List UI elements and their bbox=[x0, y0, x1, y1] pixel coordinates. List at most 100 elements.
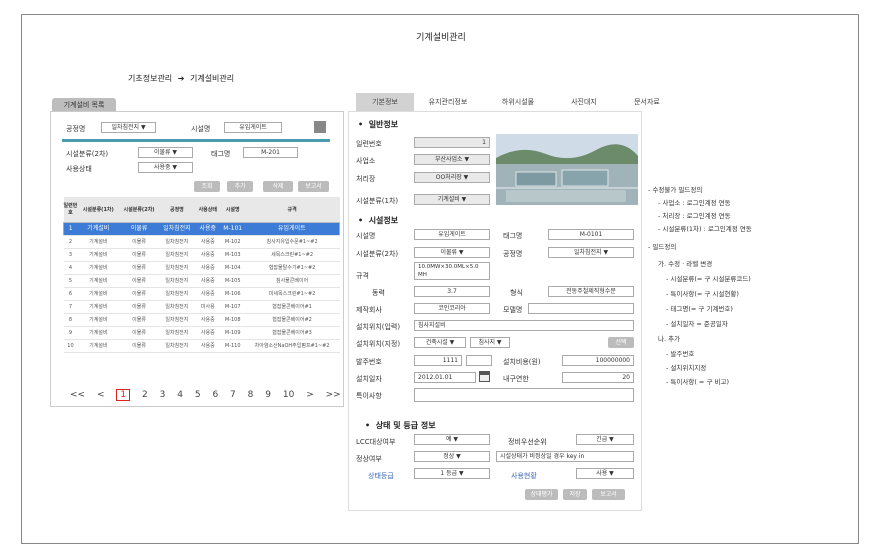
table-row[interactable]: 2 기계설비 이물류 일차침전지 사용중 M-102 침사지유입수문#1~#2 bbox=[63, 235, 340, 249]
table-cell: M-101 bbox=[220, 222, 245, 236]
loc-input-field[interactable]: 침사지설비 bbox=[414, 320, 634, 331]
note-line: - 설치일자 = 준공일자 bbox=[666, 320, 728, 328]
page-4[interactable]: 4 bbox=[177, 390, 183, 400]
page-6[interactable]: 6 bbox=[212, 390, 218, 400]
table-cell: 사용중 bbox=[194, 235, 221, 249]
table-row[interactable]: 9 기계설비 이물류 일차침전지 사용중 M-109 협잡물콘베이어#3 bbox=[63, 326, 340, 340]
model-field[interactable] bbox=[528, 303, 634, 314]
tab-documents[interactable]: 문서자료 bbox=[622, 93, 672, 111]
delete-button[interactable]: 삭제 bbox=[263, 181, 293, 192]
table-row[interactable]: 10 기계설비 이물류 일차침전지 사용중 M-110 차아염소산NaOH주입펌프#1~#2 bbox=[63, 339, 340, 353]
loc-select-button[interactable]: 선택 bbox=[608, 337, 634, 348]
calendar-icon[interactable] bbox=[479, 371, 490, 382]
priority-select[interactable]: 긴급 ▼ bbox=[576, 434, 634, 445]
note-line: 가. 수정 · 라벨 변경 bbox=[658, 260, 713, 268]
table-cell: 이물류 bbox=[119, 248, 159, 262]
table-cell: 4 bbox=[63, 261, 78, 275]
remark-field[interactable] bbox=[414, 388, 634, 402]
tab-equipment-list[interactable]: 기계설비 목록 bbox=[52, 98, 116, 112]
tag-input[interactable]: M-201 bbox=[243, 147, 298, 158]
tab-maintenance[interactable]: 유지관리정보 bbox=[418, 93, 478, 111]
tag-field[interactable]: M-0101 bbox=[548, 229, 634, 240]
class2-select[interactable]: 이물류 ▼ bbox=[138, 147, 193, 158]
table-cell: 일차침전지 bbox=[158, 287, 195, 301]
col-status[interactable]: 사용상태 bbox=[194, 197, 221, 223]
facility-input[interactable]: 유입게이트 bbox=[224, 122, 282, 133]
table-row[interactable]: 6 기계설비 이물류 일차침전지 사용중 M-106 미세목스크린#1~#2 bbox=[63, 287, 340, 301]
table-row[interactable]: 3 기계설비 이물류 일차침전지 사용중 M-103 세목스크린#1~#2 bbox=[63, 248, 340, 262]
order-extra-field[interactable] bbox=[466, 355, 492, 366]
first-page-button[interactable]: << bbox=[70, 390, 85, 400]
table-row[interactable]: 8 기계설비 이물류 일차침전지 사용중 M-108 협잡물콘베이어#2 bbox=[63, 313, 340, 327]
name-field[interactable]: 유입게이트 bbox=[414, 229, 490, 240]
report-button-right[interactable]: 보고서 bbox=[592, 489, 625, 500]
page-2[interactable]: 2 bbox=[142, 390, 148, 400]
page-1[interactable]: 1 bbox=[116, 389, 131, 401]
breadcrumb-root[interactable]: 기초정보관리 bbox=[128, 74, 172, 83]
table-cell: M-109 bbox=[220, 326, 245, 340]
table-row[interactable]: 7 기계설비 이물류 일차침전지 미사용 M-107 협잡물콘베이어#1 bbox=[63, 300, 340, 314]
facility-section-title: • 시설정보 bbox=[358, 216, 399, 225]
normal-select[interactable]: 정상 ▼ bbox=[414, 451, 490, 462]
col-serial[interactable]: 일련번호 bbox=[63, 197, 78, 223]
table-cell: 침사지유입수문#1~#2 bbox=[244, 235, 340, 249]
search-button[interactable]: 조회 bbox=[194, 181, 220, 192]
next-page-button[interactable]: > bbox=[306, 390, 314, 400]
tab-basic-info[interactable]: 기본정보 bbox=[356, 93, 414, 111]
save-button[interactable]: 저장 bbox=[563, 489, 587, 500]
evaluate-button[interactable]: 상태평가 bbox=[525, 489, 558, 500]
breadcrumb: 기초정보관리 ➔ 기계설비관리 bbox=[128, 73, 234, 84]
note-line: - 발주번호 bbox=[666, 350, 695, 358]
maker-field[interactable]: 코인코리아 bbox=[414, 303, 490, 314]
cost-field[interactable]: 100000000 bbox=[562, 355, 634, 366]
class2-select-right[interactable]: 이물류 ▼ bbox=[414, 247, 490, 258]
col-spec[interactable]: 규격 bbox=[244, 197, 340, 223]
order-field[interactable]: 1111 bbox=[414, 355, 462, 366]
loc-select-1[interactable]: 건축시설 ▼ bbox=[414, 337, 466, 348]
page-5[interactable]: 5 bbox=[195, 390, 201, 400]
table-cell: 일차침전지 bbox=[158, 326, 195, 340]
type-field[interactable]: 전동주철제직형수문 bbox=[548, 286, 634, 297]
last-page-button[interactable]: >> bbox=[326, 390, 341, 400]
tab-photo[interactable]: 사진대지 bbox=[558, 93, 610, 111]
serial-field: 1 bbox=[414, 137, 490, 148]
page-9[interactable]: 9 bbox=[265, 390, 271, 400]
process-select[interactable]: 일차침전지 ▼ bbox=[548, 247, 634, 258]
status-select[interactable]: 사용중 ▼ bbox=[138, 162, 193, 173]
add-button[interactable]: 추가 bbox=[227, 181, 253, 192]
page-10[interactable]: 10 bbox=[283, 390, 294, 400]
plant-select[interactable]: 일차침전지 ▼ bbox=[101, 122, 156, 133]
life-field[interactable]: 20 bbox=[562, 372, 634, 383]
grade-select[interactable]: 1 등급 ▼ bbox=[414, 468, 490, 479]
col-facility[interactable]: 시설명 bbox=[220, 197, 245, 223]
col-process[interactable]: 공정명 bbox=[158, 197, 195, 223]
lcc-select[interactable]: 예 ▼ bbox=[414, 434, 490, 445]
table-row[interactable]: 1 기계설비 이물류 일차침전지 사용중 M-101 유입게이트 bbox=[63, 222, 340, 236]
report-button[interactable]: 보고서 bbox=[298, 181, 329, 192]
loc-select-label: 설치위치(지정) bbox=[356, 340, 401, 348]
model-label: 모델명 bbox=[503, 306, 523, 314]
page-7[interactable]: 7 bbox=[230, 390, 236, 400]
page-8[interactable]: 8 bbox=[248, 390, 254, 400]
loc-select-2[interactable]: 침사지 ▼ bbox=[470, 337, 510, 348]
spec-field[interactable]: 10.0MW×30.0ML×5.0 MH bbox=[414, 262, 490, 280]
divider bbox=[62, 139, 330, 142]
power-field[interactable]: 3.7 bbox=[414, 286, 490, 297]
table-row[interactable]: 5 기계설비 이물류 일차침전지 사용중 M-105 침사물콘베이어 bbox=[63, 274, 340, 288]
general-section-title: • 일반정보 bbox=[358, 120, 399, 129]
page-3[interactable]: 3 bbox=[160, 390, 166, 400]
arrow-icon: ➔ bbox=[177, 74, 185, 83]
table-cell: 2 bbox=[63, 235, 78, 249]
table-row[interactable]: 4 기계설비 이물류 일차침전지 사용중 M-104 협잡물탈수기#1~#2 bbox=[63, 261, 340, 275]
usage-select[interactable]: 사용 ▼ bbox=[576, 468, 634, 479]
col-class1[interactable]: 시설분류(1차) bbox=[77, 197, 120, 223]
normal-note-field[interactable]: 시설상태가 비정상일 경우 key in bbox=[496, 451, 634, 462]
col-class2[interactable]: 시설분류(2차) bbox=[119, 197, 159, 223]
note-line: - 태그명(= 구 기계번호) bbox=[666, 305, 733, 313]
facility-search-button[interactable] bbox=[314, 121, 326, 133]
tab-sub-facility[interactable]: 하위시설물 bbox=[492, 93, 544, 111]
table-cell: 이물류 bbox=[119, 339, 159, 353]
prev-page-button[interactable]: < bbox=[97, 390, 105, 400]
date-field[interactable]: 2012.01.01 bbox=[414, 372, 476, 383]
table-cell: 이물류 bbox=[119, 222, 159, 236]
